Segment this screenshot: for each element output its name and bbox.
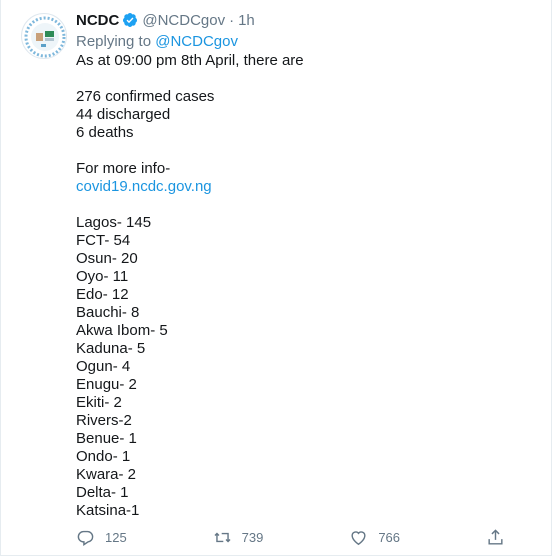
- share-icon: [488, 528, 503, 545]
- state-count-line: Akwa Ibom- 5: [76, 322, 168, 339]
- state-count-line: FCT- 54: [76, 232, 131, 249]
- replying-prefix: Replying to: [76, 33, 152, 50]
- state-count-line: Ogun- 4: [76, 358, 131, 375]
- state-count-line: Delta- 1: [76, 484, 129, 501]
- stat-line: 44 discharged: [76, 106, 171, 123]
- tweet-text: As at 09:00 pm 8th April, there are 276 …: [76, 52, 539, 520]
- state-count-line: Kwara- 2: [76, 466, 137, 483]
- retweet-count: 739: [241, 529, 264, 545]
- retweet-button[interactable]: 739: [213, 528, 273, 547]
- replying-to-link[interactable]: @NCDCgov: [155, 33, 238, 50]
- more-info-line: For more info-: [76, 160, 171, 177]
- state-count-line: Rivers-2: [76, 412, 132, 429]
- like-icon: [351, 530, 366, 545]
- stat-line: 6 deaths: [76, 124, 134, 141]
- reply-icon: [77, 530, 94, 546]
- reply-button[interactable]: 125: [76, 528, 136, 547]
- tweet-timestamp[interactable]: 1h: [238, 12, 255, 29]
- state-count-line: Benue- 1: [76, 430, 137, 447]
- tweet-header: NCDC @NCDCgov · 1h: [76, 9, 539, 31]
- tweet-card[interactable]: NCDC @NCDCgov · 1h Replying to @NCDCgov …: [0, 0, 552, 556]
- reply-count: 125: [105, 529, 127, 545]
- covid-site-link[interactable]: covid19.ncdc.gov.ng: [76, 178, 539, 196]
- state-count-line: Oyo- 11: [76, 268, 129, 285]
- like-count: 766: [378, 529, 401, 545]
- share-button[interactable]: [486, 528, 506, 547]
- like-button[interactable]: 766: [349, 528, 409, 547]
- state-count-line: Lagos- 145: [76, 214, 152, 231]
- state-count-line: Ekiti- 2: [76, 394, 122, 411]
- state-count-line: Kaduna- 5: [76, 340, 146, 357]
- state-count-line: Bauchi- 8: [76, 304, 140, 321]
- state-count-line: Ondo- 1: [76, 448, 131, 465]
- retweet-icon: [214, 532, 231, 542]
- state-count-line: Katsina-1: [76, 502, 140, 519]
- ncdc-avatar[interactable]: [21, 13, 67, 59]
- intro-line: As at 09:00 pm 8th April, there are: [76, 52, 304, 69]
- replying-to: Replying to @NCDCgov: [76, 32, 539, 52]
- author-name[interactable]: NCDC: [76, 12, 119, 29]
- tweet-actions: 125 739 766: [76, 527, 506, 547]
- state-count-line: Edo- 12: [76, 286, 129, 303]
- ncdc-logo-icon: [23, 15, 66, 58]
- state-count-line: Enugu- 2: [76, 376, 137, 393]
- state-count-line: Osun- 20: [76, 250, 138, 267]
- separator-dot: ·: [229, 11, 235, 29]
- tweet-content: NCDC @NCDCgov · 1h Replying to @NCDCgov …: [76, 9, 539, 520]
- verified-badge-icon: [123, 13, 138, 27]
- author-handle[interactable]: @NCDCgov: [142, 12, 225, 29]
- stat-line: 276 confirmed cases: [76, 88, 215, 105]
